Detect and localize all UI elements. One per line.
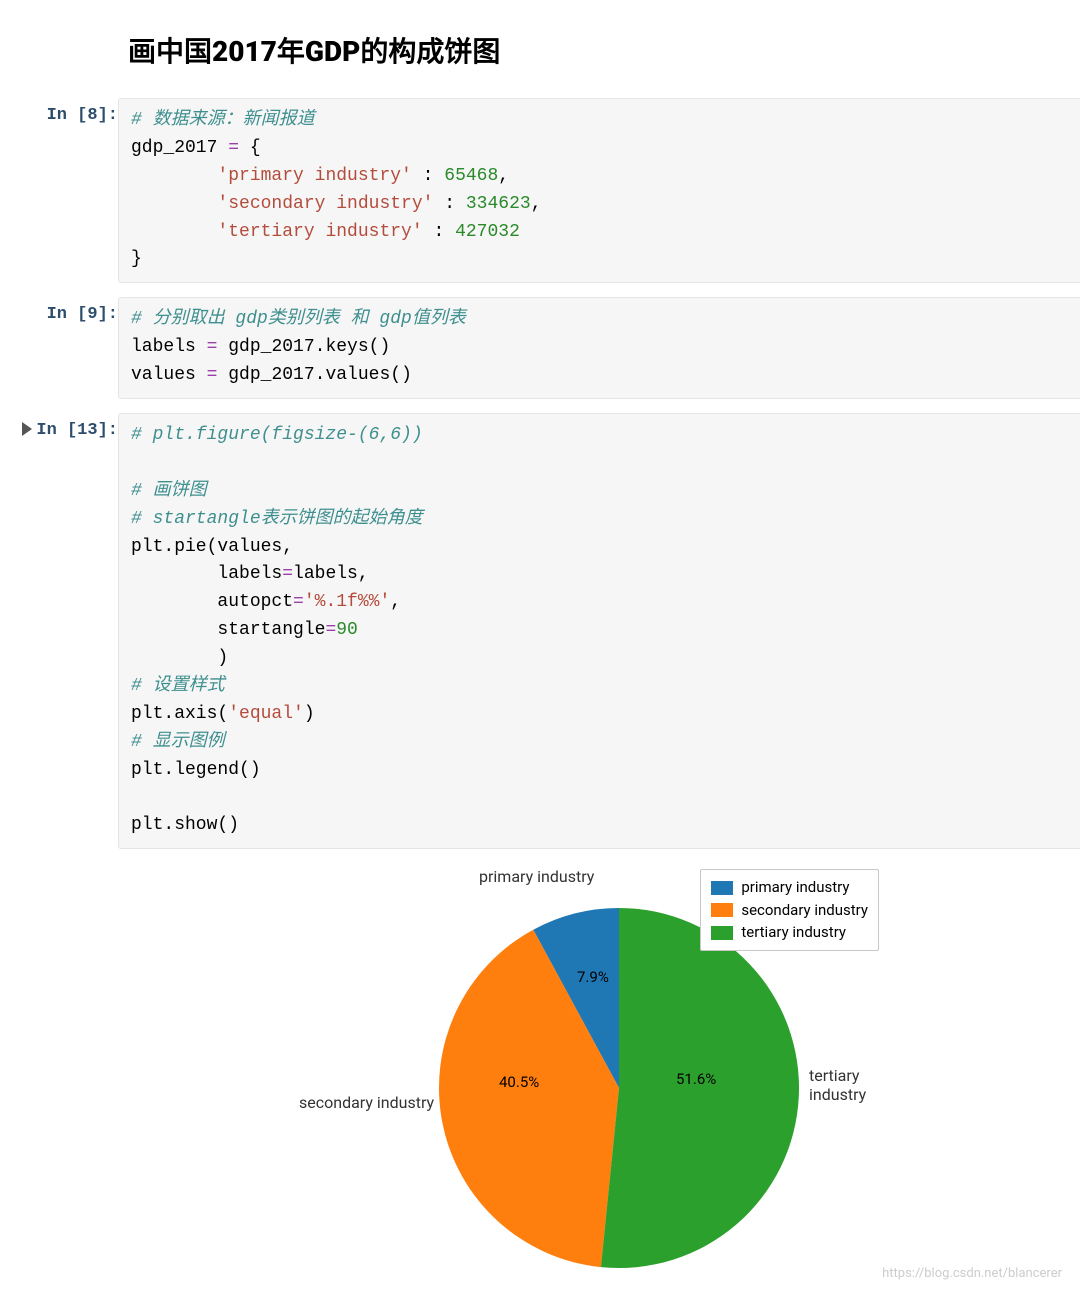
- legend-entry: secondary industry: [711, 899, 868, 922]
- pie-pct-primary: 7.9%: [577, 968, 609, 986]
- cell-prompt: In [9]:: [47, 305, 118, 324]
- code-editor[interactable]: # plt.figure(figsize-(6,6)) # 画饼图 # star…: [118, 413, 1080, 849]
- cell-prompt: In [13]:: [36, 421, 118, 440]
- code-cell-2: In [9]: # 分别取出 gdp类别列表 和 gdp值列表 labels =…: [0, 297, 1080, 399]
- code-editor[interactable]: # 数据来源：新闻报道 gdp_2017 = { 'primary indust…: [118, 98, 1080, 283]
- code-cell-1: In [8]: # 数据来源：新闻报道 gdp_2017 = { 'primar…: [0, 98, 1080, 283]
- pie-slice-tertiary: [601, 908, 799, 1268]
- pie-label-primary: primary industry: [479, 867, 594, 886]
- legend-entry: tertiary industry: [711, 921, 868, 944]
- watermark: https://blog.csdn.net/blancerer: [882, 1266, 1062, 1281]
- legend-entry: primary industry: [711, 876, 868, 899]
- legend-swatch: [711, 903, 733, 917]
- code-editor[interactable]: # 分别取出 gdp类别列表 和 gdp值列表 labels = gdp_201…: [118, 297, 1080, 399]
- legend-swatch: [711, 881, 733, 895]
- pie-pct-secondary: 40.5%: [499, 1073, 539, 1091]
- pie-label-tertiary: tertiary industry: [809, 1066, 919, 1104]
- cell-prompt: In [8]:: [47, 106, 118, 125]
- pie-pct-tertiary: 51.6%: [676, 1070, 716, 1088]
- run-icon[interactable]: [22, 421, 32, 440]
- pie-chart: primary industry secondary industry tert…: [279, 863, 919, 1293]
- legend-swatch: [711, 926, 733, 940]
- code-cell-3: In [13]: # plt.figure(figsize-(6,6)) # 画…: [0, 413, 1080, 849]
- pie-label-secondary: secondary industry: [299, 1093, 434, 1112]
- pie-legend: primary industry secondary industry tert…: [700, 869, 879, 951]
- cell-output: primary industry secondary industry tert…: [118, 863, 1080, 1293]
- page-title: 画中国2017年GDP的构成饼图: [128, 30, 1080, 70]
